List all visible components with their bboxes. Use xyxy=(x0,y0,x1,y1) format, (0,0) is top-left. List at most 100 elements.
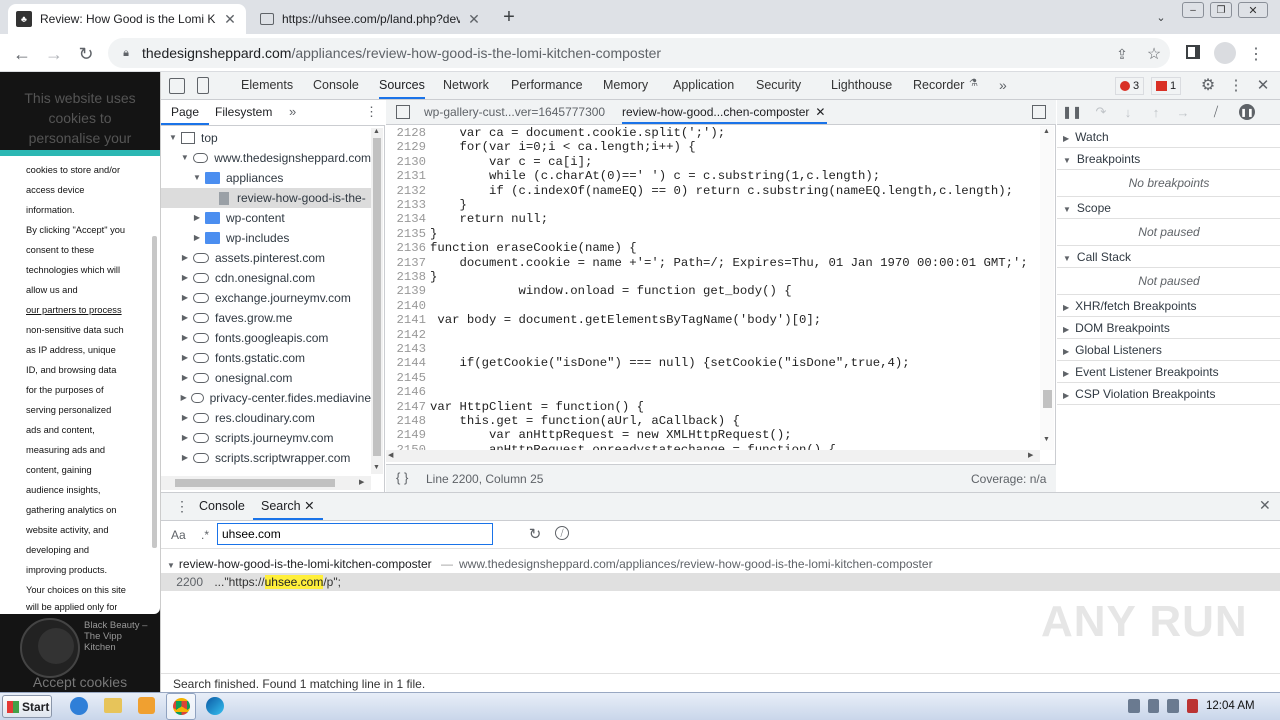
code-line[interactable]: 2139 window.onload = function get_body()… xyxy=(386,284,1026,298)
tree-item[interactable]: ▶ scripts.scriptwrapper.com xyxy=(161,448,371,468)
security-shield-icon[interactable] xyxy=(1186,699,1198,713)
editor-tab-gallery[interactable]: wp-gallery-cust...ver=1645777300 xyxy=(424,100,605,124)
new-tab-button[interactable]: + xyxy=(498,6,520,28)
media-player-icon[interactable] xyxy=(138,697,155,714)
device-toolbar-icon[interactable] xyxy=(197,77,209,94)
explorer-folder-icon[interactable] xyxy=(104,698,122,713)
refresh-search-icon[interactable]: ↻ xyxy=(527,525,543,543)
devtools-tab-application[interactable]: Application xyxy=(673,72,734,99)
back-arrow-icon[interactable]: ← xyxy=(8,40,36,68)
collapsed-triangle-icon[interactable]: ▶ xyxy=(191,208,203,228)
address-bar[interactable]: 🔒︎ thedesignsheppard.com/appliances/revi… xyxy=(108,38,1170,68)
scroll-up-icon[interactable]: ▲ xyxy=(1043,128,1050,135)
devtools-tab-sources[interactable]: Sources xyxy=(379,72,425,99)
line-number[interactable]: 2136 xyxy=(386,241,426,255)
toggle-navigator-icon[interactable] xyxy=(396,105,410,119)
code-line[interactable]: 2133 } xyxy=(386,198,1026,212)
code-line[interactable]: 2150 anHttpRequest.onreadystatechange = … xyxy=(386,443,1026,450)
line-number[interactable]: 2133 xyxy=(386,198,426,212)
profile-avatar-icon[interactable] xyxy=(1214,42,1236,64)
line-number[interactable]: 2139 xyxy=(386,284,426,298)
pane-header-csp-violation-breakpoints[interactable]: ▶ CSP Violation Breakpoints xyxy=(1057,383,1280,405)
collapsed-triangle-icon[interactable]: ▶ xyxy=(179,388,189,408)
code-line[interactable]: 2142 xyxy=(386,328,1026,342)
line-number[interactable]: 2143 xyxy=(386,342,426,356)
side-panel-icon[interactable] xyxy=(1186,45,1200,59)
code-line[interactable]: 2147 var HttpClient = function() { xyxy=(386,400,1026,414)
tree-item[interactable]: ▶ exchange.journeymv.com xyxy=(161,288,371,308)
code-line[interactable]: 2129 for(var i=0;i < ca.length;i++) { xyxy=(386,140,1026,154)
step-icon[interactable]: → xyxy=(1175,105,1191,120)
devtools-tab-console[interactable]: Console xyxy=(313,72,359,99)
collapsed-triangle-icon[interactable]: ▶ xyxy=(179,368,191,388)
tree-item[interactable]: ▶ fonts.googleapis.com xyxy=(161,328,371,348)
line-number[interactable]: 2129 xyxy=(386,140,426,154)
editor-tab-review[interactable]: review-how-good...chen-composter ✕ xyxy=(622,100,828,124)
cookie-scrollbar[interactable] xyxy=(152,236,157,548)
line-number[interactable]: 2137 xyxy=(386,256,426,270)
tree-item[interactable]: ▼ www.thedesignsheppard.com xyxy=(161,148,371,168)
collapsed-triangle-icon[interactable]: ▶ xyxy=(179,328,191,348)
code-line[interactable]: 2128 var ca = document.cookie.split(';')… xyxy=(386,126,1026,140)
code-vscrollbar[interactable]: ▲ ▼ xyxy=(1040,126,1054,450)
collapsed-triangle-icon[interactable]: ▶ xyxy=(179,448,191,468)
code-line[interactable]: 2144 if(getCookie("isDone") === null) {s… xyxy=(386,356,1026,370)
line-number[interactable]: 2130 xyxy=(386,155,426,169)
tab-page[interactable]: Page xyxy=(161,100,210,125)
line-number[interactable]: 2142 xyxy=(386,328,426,342)
accept-cookies-button[interactable]: Accept cookies xyxy=(0,674,160,690)
more-tabs-chevron[interactable]: » xyxy=(999,72,1007,99)
menu-kebab-icon[interactable]: ⋮ xyxy=(1248,44,1264,64)
tree-item[interactable]: review-how-good-is-the- xyxy=(161,188,371,208)
forward-arrow-icon[interactable]: → xyxy=(40,40,68,68)
deactivate-breakpoints-icon[interactable]: ⧸ xyxy=(1207,104,1225,120)
step-out-icon[interactable]: ↑ xyxy=(1149,105,1163,120)
line-number[interactable]: 2132 xyxy=(386,184,426,198)
start-button[interactable]: Start xyxy=(2,695,52,718)
scroll-down-icon[interactable]: ▼ xyxy=(1043,436,1050,443)
tree-item[interactable]: ▼ appliances xyxy=(161,168,371,188)
line-number[interactable]: 2146 xyxy=(386,385,426,399)
code-line[interactable]: 2134 return null; xyxy=(386,212,1026,226)
collapsed-triangle-icon[interactable]: ▶ xyxy=(179,288,191,308)
line-number[interactable]: 2148 xyxy=(386,414,426,428)
restore-icon[interactable]: ❐ xyxy=(1210,2,1232,18)
pane-header-watch[interactable]: ▶ Watch xyxy=(1057,126,1280,148)
line-number[interactable]: 2135 xyxy=(386,227,426,241)
drawer-tab-search[interactable]: Search ✕ xyxy=(253,493,323,520)
pane-header-global-listeners[interactable]: ▶ Global Listeners xyxy=(1057,339,1280,361)
settings-gear-icon[interactable]: ⚙ xyxy=(1199,76,1217,94)
tab-search-chevron-icon[interactable]: ⌄ xyxy=(1152,8,1170,26)
pane-header-dom-breakpoints[interactable]: ▶ DOM Breakpoints xyxy=(1057,317,1280,339)
pane-header-xhr-fetch-breakpoints[interactable]: ▶ XHR/fetch Breakpoints xyxy=(1057,295,1280,317)
collapsed-triangle-icon[interactable]: ▶ xyxy=(179,308,191,328)
line-number[interactable]: 2140 xyxy=(386,299,426,313)
tree-item[interactable]: ▶ cdn.onesignal.com xyxy=(161,268,371,288)
close-tab-icon[interactable]: ✕ xyxy=(815,100,825,124)
pane-header-scope[interactable]: ▼ Scope xyxy=(1057,197,1280,219)
share-icon[interactable]: ⇪ xyxy=(1112,44,1132,64)
line-number[interactable]: 2145 xyxy=(386,371,426,385)
code-line[interactable]: 2138} xyxy=(386,270,1026,284)
collapsed-triangle-icon[interactable]: ▶ xyxy=(191,228,203,248)
tree-hscrollbar[interactable]: ▶ xyxy=(161,476,371,490)
devtools-tab-security[interactable]: Security xyxy=(756,72,801,99)
issues-counter[interactable]: 1 xyxy=(1151,77,1182,95)
tree-item[interactable]: ▶ onesignal.com xyxy=(161,368,371,388)
clear-search-icon[interactable]: ⧸ xyxy=(555,526,569,540)
browser-tab-uhsee[interactable]: https://uhsee.com/p/land.php?devic ✕ xyxy=(252,4,490,34)
code-line[interactable]: 2132 if (c.indexOf(nameEQ) == 0) return … xyxy=(386,184,1026,198)
chrome-taskbar-button[interactable] xyxy=(166,693,196,720)
edge-icon[interactable] xyxy=(206,697,224,715)
tree-item[interactable]: ▶ assets.pinterest.com xyxy=(161,248,371,268)
hscroll-thumb[interactable] xyxy=(175,479,335,487)
close-search-icon[interactable]: ✕ xyxy=(304,499,314,513)
collapsed-triangle-icon[interactable]: ▶ xyxy=(179,428,191,448)
scroll-thumb[interactable] xyxy=(373,138,381,456)
video-thumbnail[interactable] xyxy=(20,618,80,678)
collapsed-triangle-icon[interactable]: ▶ xyxy=(179,408,191,428)
line-number[interactable]: 2134 xyxy=(386,212,426,226)
scroll-up-icon[interactable]: ▲ xyxy=(373,128,380,135)
line-number[interactable]: 2147 xyxy=(386,400,426,414)
devtools-tab-elements[interactable]: Elements xyxy=(241,72,293,99)
